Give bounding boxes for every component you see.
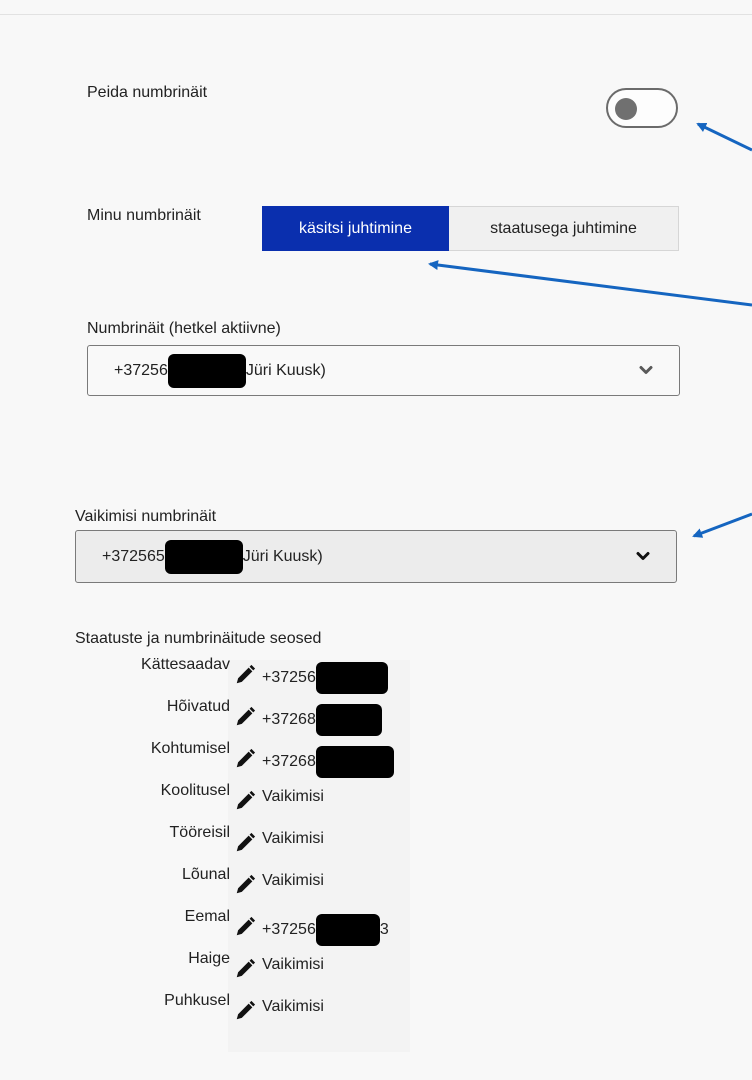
active-number-prefix: +37256: [114, 361, 168, 379]
status-label: Haige: [188, 950, 230, 967]
pencil-icon[interactable]: [234, 790, 256, 812]
pencil-icon[interactable]: [234, 748, 256, 770]
pencil-icon[interactable]: [234, 664, 256, 686]
redaction-block: [164, 539, 243, 574]
mapped-number-text: Vaikimisi: [262, 788, 324, 805]
redaction-block: [315, 746, 394, 778]
mapped-number: Vaikimisi: [262, 788, 324, 806]
mapped-number: Vaikimisi: [262, 872, 324, 890]
default-number-select[interactable]: +372565 Jüri Kuusk): [75, 530, 677, 583]
status-label: Hõivatud: [166, 698, 230, 715]
default-number-suffix: Jüri Kuusk): [242, 547, 323, 565]
mapping-row: Tööreisil Vaikimisi: [60, 824, 420, 862]
redaction-block: [315, 914, 380, 946]
status-label: Kohtumisel: [150, 740, 230, 757]
status-label: Puhkusel: [164, 992, 230, 1009]
mapping-row: Kohtumisel +37268: [60, 740, 420, 778]
arrow-to-mode-switch: [428, 260, 752, 307]
mapped-number-text: +37256: [262, 669, 316, 686]
mapped-number-text: +37268: [262, 753, 316, 770]
pencil-icon[interactable]: [234, 1000, 256, 1022]
mapped-number: Vaikimisi: [262, 830, 324, 848]
mapping-row: Puhkusel Vaikimisi: [60, 992, 420, 1030]
mapped-number: +37256 3: [262, 914, 389, 946]
default-number-value: +372565 Jüri Kuusk): [102, 531, 323, 582]
mapping-row: Eemal +37256 3: [60, 908, 420, 946]
pencil-icon[interactable]: [234, 706, 256, 728]
status-label: Koolitusel: [160, 782, 230, 799]
pencil-icon[interactable]: [234, 832, 256, 854]
active-number-value: +37256 Jüri Kuusk): [114, 346, 326, 395]
mapped-number: +37268: [262, 704, 382, 736]
mapping-title: Staatuste ja numbrinäitude seosed: [75, 630, 322, 647]
mapped-number: Vaikimisi: [262, 998, 324, 1016]
top-divider: [0, 14, 752, 15]
pencil-icon[interactable]: [234, 958, 256, 980]
pencil-icon[interactable]: [234, 916, 256, 938]
chevron-down-icon: [639, 365, 653, 374]
status-label: Lõunal: [181, 866, 230, 883]
mapped-number-tail: 3: [379, 921, 389, 938]
arrow-to-toggle: [696, 122, 752, 152]
number-mode-switch: käsitsi juhtimine staatusega juhtimine: [262, 206, 679, 251]
mapping-row: Koolitusel Vaikimisi: [60, 782, 420, 820]
mapped-number-text: +37268: [262, 711, 316, 728]
redaction-block: [315, 662, 388, 694]
status-mode-button[interactable]: staatusega juhtimine: [449, 206, 679, 251]
status-label: Tööreisil: [169, 824, 230, 841]
mapped-number-text: Vaikimisi: [262, 956, 324, 973]
default-number-label: Vaikimisi numbrinäit: [75, 508, 217, 525]
redaction-block: [315, 704, 382, 736]
mapping-row: Kättesaadav +37256: [60, 656, 420, 694]
default-number-prefix: +372565: [102, 547, 165, 565]
mapping-row: Haige Vaikimisi: [60, 950, 420, 988]
hide-number-label: Peida numbrinäit: [87, 84, 208, 101]
mapping-row: Hõivatud +37268: [60, 698, 420, 736]
active-number-suffix: Jüri Kuusk): [245, 361, 326, 379]
active-number-label: Numbrinäit (hetkel aktiivne): [87, 320, 281, 337]
mapped-number-text: +37256: [262, 921, 316, 938]
mapped-number-text: Vaikimisi: [262, 830, 324, 847]
hide-number-toggle[interactable]: [606, 88, 678, 128]
my-number-label: Minu numbrinäit: [87, 207, 201, 224]
mapped-number-text: Vaikimisi: [262, 872, 324, 889]
status-label: Kättesaadav: [141, 656, 230, 673]
mapped-number: +37256: [262, 662, 388, 694]
pencil-icon[interactable]: [234, 874, 256, 896]
mapped-number: Vaikimisi: [262, 956, 324, 974]
arrow-to-default-select: [692, 512, 752, 538]
mapped-number: +37268: [262, 746, 394, 778]
mapped-number-text: Vaikimisi: [262, 998, 324, 1015]
redaction-block: [167, 353, 246, 388]
chevron-down-icon: [636, 551, 650, 560]
toggle-knob: [615, 98, 637, 120]
manual-mode-button[interactable]: käsitsi juhtimine: [262, 206, 449, 251]
status-label: Eemal: [184, 908, 230, 925]
active-number-select[interactable]: +37256 Jüri Kuusk): [87, 345, 680, 396]
mapping-row: Lõunal Vaikimisi: [60, 866, 420, 904]
